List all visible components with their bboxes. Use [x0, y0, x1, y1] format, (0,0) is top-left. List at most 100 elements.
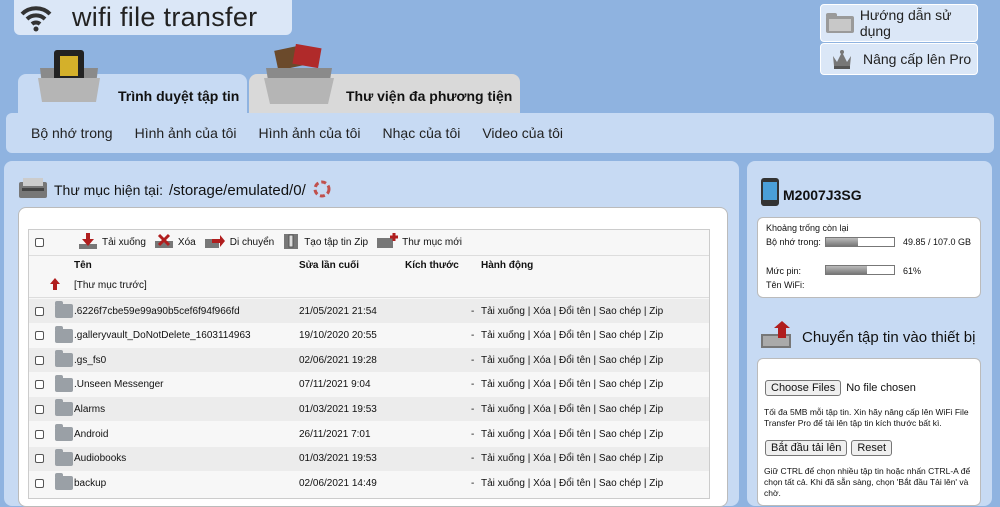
storage-label: Bộ nhớ trong: [766, 237, 821, 247]
file-modified: 02/06/2021 19:28 [299, 354, 377, 366]
row-checkbox[interactable] [35, 454, 44, 464]
file-actions[interactable]: Tải xuống | Xóa | Đổi tên | Sao chép | Z… [481, 379, 663, 390]
file-actions[interactable]: Tải xuống | Xóa | Đổi tên | Sao chép | Z… [481, 478, 663, 489]
upload-limit-note: Tối đa 5MB mỗi tập tin. Xin hãy nâng cấp… [764, 407, 969, 428]
delete-icon [154, 233, 174, 252]
file-actions[interactable]: Tải xuống | Xóa | Đổi tên | Sao chép | Z… [481, 355, 663, 366]
device-name: M2007J3SG [783, 186, 862, 203]
file-size: - [471, 428, 475, 440]
file-name[interactable]: Android [74, 429, 108, 440]
file-actions[interactable]: Tải xuống | Xóa | Đổi tên | Sao chép | Z… [481, 306, 663, 317]
folder-icon [55, 473, 73, 491]
file-name[interactable]: Alarms [74, 404, 105, 415]
col-modified: Sửa lần cuối [299, 260, 360, 271]
upload-hint: Giữ CTRL để chọn nhiều tập tin hoặc nhấn… [764, 466, 971, 498]
help-button[interactable]: Hướng dẫn sử dụng [820, 4, 978, 42]
nav-internal-storage[interactable]: Bộ nhớ trong [31, 125, 113, 141]
refresh-icon[interactable] [312, 179, 332, 202]
col-size: Kích thước [405, 260, 459, 271]
nav-my-music[interactable]: Nhạc của tôi [383, 125, 461, 141]
current-directory: Thư mục hiện tại: /storage/emulated/0/ [18, 176, 332, 204]
upload-title: Chuyển tập tin vào thiết bị [802, 329, 976, 346]
file-modified: 19/10/2020 20:55 [299, 330, 377, 342]
folder-icon [55, 448, 73, 466]
folder-icon [55, 374, 73, 392]
file-size: - [471, 453, 475, 465]
folder-icon [55, 350, 73, 368]
phone-icon [760, 177, 780, 212]
current-dir-path: /storage/emulated/0/ [168, 181, 306, 199]
file-table: Tải xuống Xóa Di chuyển Tạo tập tin Zip … [28, 229, 710, 499]
download-label: Tải xuống [102, 237, 146, 248]
file-chooser: Choose Files No file chosen [765, 380, 916, 396]
row-checkbox[interactable] [35, 306, 44, 316]
table-row[interactable]: .gs_fs0 02/06/2021 19:28 - Tải xuống | Xóa … [29, 348, 709, 373]
row-checkbox[interactable] [35, 380, 44, 390]
wifi-name-label: Tên WiFi: [766, 280, 805, 290]
new-folder-button[interactable]: Thư mục mới [376, 233, 462, 252]
file-toolbar: Tải xuống Xóa Di chuyển Tạo tập tin Zip … [29, 230, 709, 256]
device-header: M2007J3SG [760, 177, 862, 212]
parent-folder-row[interactable]: [Thư mục trước] [29, 274, 709, 298]
table-row[interactable]: .galleryvault_DoNotDelete_1603114963 19/1… [29, 324, 709, 348]
file-name[interactable]: .galleryvault_DoNotDelete_1603114963 [74, 330, 251, 341]
app-logo: wifi file transfer [14, 0, 292, 35]
file-name[interactable]: .6226f7cbe59e99a90b5cef6f94f966fd [74, 306, 240, 317]
download-button[interactable]: Tải xuống [78, 232, 146, 253]
nav-my-images[interactable]: Hình ảnh của tôi [135, 125, 237, 141]
table-row[interactable]: .Unseen Messenger 07/11/2021 9:04 - Tải xuố… [29, 373, 709, 397]
table-row[interactable]: backup 02/06/2021 14:49 - Tải xuống | Xóa |… [29, 471, 709, 495]
select-all-checkbox[interactable] [35, 238, 44, 247]
row-checkbox[interactable] [35, 429, 44, 439]
file-name[interactable]: backup [74, 478, 106, 489]
computer-icon [18, 176, 48, 205]
app-title: wifi file transfer [72, 2, 258, 32]
file-actions[interactable]: Tải xuống | Xóa | Đổi tên | Sao chép | Z… [481, 404, 663, 415]
file-modified: 01/03/2021 19:53 [299, 453, 377, 465]
upload-icon [760, 320, 798, 355]
media-box-icon [262, 43, 336, 111]
upgrade-pro-button[interactable]: Nâng cấp lên Pro [820, 43, 978, 75]
tab-media-library-label: Thư viện đa phương tiện [346, 88, 513, 104]
row-checkbox[interactable] [35, 331, 44, 341]
delete-label: Xóa [177, 237, 196, 248]
table-row[interactable]: .6226f7cbe59e99a90b5cef6f94f966fd 21/05/2… [29, 299, 709, 323]
move-button[interactable]: Di chuyển [204, 233, 274, 252]
table-row[interactable]: Android 26/11/2021 7:01 - Tải xuống | Xóa |… [29, 422, 709, 446]
up-arrow-icon [49, 277, 61, 294]
create-zip-label: Tạo tập tin Zip [304, 237, 369, 248]
row-checkbox[interactable] [35, 404, 44, 414]
row-checkbox[interactable] [35, 355, 44, 365]
reset-button[interactable]: Reset [851, 440, 893, 456]
create-zip-button[interactable]: Tạo tập tin Zip [282, 232, 368, 253]
table-row[interactable]: Alarms 01/03/2021 19:53 - Tải xuống | Xóa |… [29, 397, 709, 422]
file-name[interactable]: Audiobooks [74, 453, 126, 464]
nav-my-images-2[interactable]: Hình ảnh của tôi [259, 125, 361, 141]
choose-files-button[interactable]: Choose Files [765, 380, 842, 396]
start-upload-button[interactable]: Bắt đầu tải lên [765, 440, 848, 456]
no-file-label: No file chosen [846, 382, 916, 394]
table-row[interactable]: Audiobooks 01/03/2021 19:53 - Tải xuống | X… [29, 446, 709, 471]
nav-bar: Bộ nhớ trong Hình ảnh của tôi Hình ảnh c… [6, 113, 994, 153]
delete-button[interactable]: Xóa [154, 233, 196, 252]
upload-header: Chuyển tập tin vào thiết bị [760, 320, 975, 355]
space-title: Khoảng trống còn lại [766, 223, 849, 233]
file-modified: 01/03/2021 19:53 [299, 403, 377, 415]
nav-my-videos[interactable]: Video của tôi [482, 125, 563, 141]
row-checkbox[interactable] [35, 478, 44, 488]
col-actions: Hành động [481, 260, 534, 271]
battery-progress-bar [825, 265, 895, 275]
file-name[interactable]: .Unseen Messenger [74, 379, 164, 390]
file-actions[interactable]: Tải xuống | Xóa | Đổi tên | Sao chép | Z… [481, 453, 663, 464]
parent-folder-link[interactable]: [Thư mục trước] [74, 280, 147, 291]
move-icon [204, 233, 226, 252]
file-name[interactable]: .gs_fs0 [74, 355, 106, 366]
file-modified: 21/05/2021 21:54 [299, 305, 377, 317]
file-size: - [471, 477, 475, 489]
tab-file-browser-label: Trình duyệt tập tin [118, 88, 240, 104]
folder-icon [55, 399, 73, 417]
file-actions[interactable]: Tải xuống | Xóa | Đổi tên | Sao chép | Z… [481, 429, 663, 440]
folder-icon [55, 424, 73, 441]
sd-card-icon [36, 48, 102, 109]
file-actions[interactable]: Tải xuống | Xóa | Đổi tên | Sao chép | Z… [481, 330, 663, 341]
